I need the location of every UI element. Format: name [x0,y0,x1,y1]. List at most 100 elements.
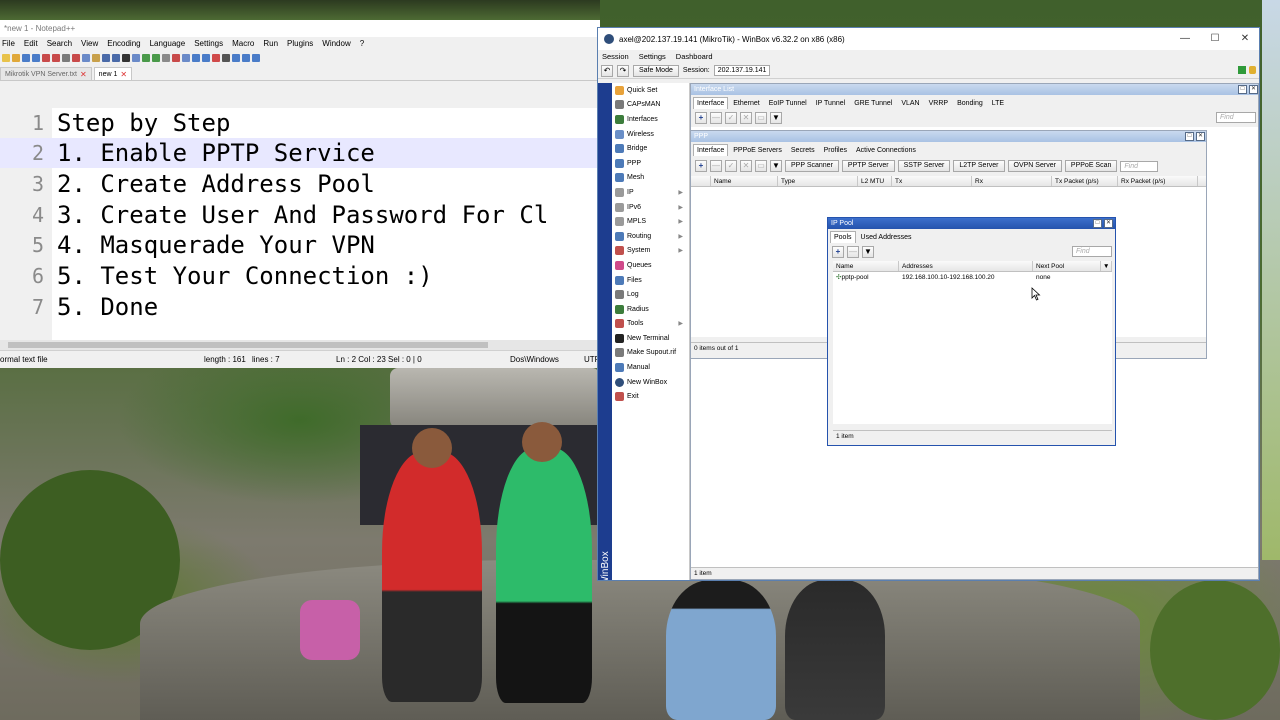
close-icon[interactable]: ✕ [1230,28,1259,50]
tab-used-addresses[interactable]: Used Addresses [857,231,916,243]
column-type[interactable]: Type [778,176,858,186]
menu-item-tools[interactable]: Tools ▶ [612,317,689,332]
tab-ethernet[interactable]: Ethernet [729,97,763,109]
run-macro-icon[interactable] [242,54,250,62]
menu-item-capsman[interactable]: CAPsMAN [612,98,689,113]
undo-icon[interactable] [102,54,110,62]
paste-icon[interactable] [92,54,100,62]
copy-icon[interactable] [82,54,90,62]
word-wrap-icon[interactable] [172,54,180,62]
menu-item-make-supout[interactable]: Make Supout.rif [612,346,689,361]
menu-item-mesh[interactable]: Mesh [612,171,689,186]
filter-icon[interactable]: ▼ [770,112,782,124]
menu-language[interactable]: Language [150,37,186,51]
ip-pool-table[interactable]: ✣pptp-pool 192.168.100.10-192.168.100.20… [833,272,1112,424]
zoom-out-icon[interactable] [152,54,160,62]
play-macro-icon[interactable] [232,54,240,62]
menu-dashboard[interactable]: Dashboard [676,50,713,63]
text-editor[interactable]: 1 Step by Step 2 1. Enable PPTP Service … [0,108,600,360]
save-all-icon[interactable] [32,54,40,62]
editor-line[interactable]: 1 Step by Step [0,108,600,138]
remove-icon[interactable]: — [710,112,722,124]
disable-icon[interactable]: ✕ [740,160,752,172]
column-addresses[interactable]: Addresses [899,261,1033,271]
editor-line[interactable]: 5 4. Masquerade Your VPN [0,230,600,260]
l2tp-server-button[interactable]: L2TP Server [953,160,1005,172]
menu-run[interactable]: Run [263,37,278,51]
maximize-icon[interactable]: □ [1185,132,1194,141]
cut-icon[interactable] [72,54,80,62]
menu-edit[interactable]: Edit [24,37,38,51]
close-file-icon[interactable] [42,54,50,62]
ppp-scanner-button[interactable]: PPP Scanner [785,160,839,172]
close-all-icon[interactable] [52,54,60,62]
replace-icon[interactable] [132,54,140,62]
disable-icon[interactable]: ✕ [740,112,752,124]
menu-item-interfaces[interactable]: Interfaces [612,112,689,127]
filter-icon[interactable]: ▼ [862,246,874,258]
editor-line[interactable]: 6 5. Test Your Connection :) [0,261,600,291]
tab-profiles[interactable]: Profiles [820,144,851,156]
tab-bonding[interactable]: Bonding [953,97,987,109]
indent-guide-icon[interactable] [192,54,200,62]
menu-item-queues[interactable]: Queues [612,258,689,273]
column-l2-mtu[interactable]: L2 MTU [858,176,892,186]
menu-item-routing[interactable]: Routing ▶ [612,229,689,244]
tab-interface[interactable]: Interface [693,97,729,109]
close-icon[interactable]: ✕ [1196,132,1205,141]
column-flag[interactable] [691,176,711,186]
line-text[interactable]: Step by Step [57,109,230,137]
menu-search[interactable]: Search [47,37,72,51]
add-icon[interactable]: + [695,112,707,124]
menu-item-radius[interactable]: Radius [612,302,689,317]
tab-secrets[interactable]: Secrets [787,144,819,156]
column-name[interactable]: Name [833,261,899,271]
stop-macro-icon[interactable] [222,54,230,62]
tab-eoip-tunnel[interactable]: EoIP Tunnel [765,97,811,109]
menu-item-ipv6[interactable]: IPv6 ▶ [612,200,689,215]
save-icon[interactable] [22,54,30,62]
all-chars-icon[interactable] [182,54,190,62]
sync-scroll-icon[interactable] [162,54,170,62]
menu-item-system[interactable]: System ▶ [612,244,689,259]
line-text[interactable]: 4. Masquerade Your VPN [57,231,375,259]
tab-new-1[interactable]: new 1 ✕ [93,67,133,80]
close-tab-icon[interactable]: ✕ [120,70,127,79]
menu-file[interactable]: File [2,37,15,51]
remove-icon[interactable]: — [710,160,722,172]
menu-item-ppp[interactable]: PPP [612,156,689,171]
maximize-icon[interactable]: ☐ [1200,28,1230,50]
editor-line[interactable]: 4 3. Create User And Password For Cl [0,200,600,230]
menu-help[interactable]: ? [360,37,364,51]
menu-item-mpls[interactable]: MPLS ▶ [612,214,689,229]
minimize-icon[interactable]: — [1170,28,1200,50]
undo-icon[interactable]: ↶ [601,64,613,77]
add-icon[interactable]: + [695,160,707,172]
ppp-titlebar[interactable]: PPP □ ✕ [691,131,1206,142]
comment-icon[interactable]: ▭ [755,112,767,124]
scrollbar-thumb[interactable] [8,342,488,348]
find-icon[interactable] [122,54,130,62]
winbox-titlebar[interactable]: axel@202.137.19.141 (MikroTik) - WinBox … [598,28,1259,50]
save-macro-icon[interactable] [252,54,260,62]
tab-pppoe-servers[interactable]: PPPoE Servers [729,144,786,156]
pptp-server-button[interactable]: PPTP Server [841,160,895,172]
menu-macro[interactable]: Macro [232,37,254,51]
zoom-in-icon[interactable] [142,54,150,62]
ovpn-server-button[interactable]: OVPN Server [1007,160,1062,172]
horizontal-scrollbar[interactable] [0,340,600,350]
tab-pools[interactable]: Pools [830,231,856,243]
tab-lte[interactable]: LTE [988,97,1008,109]
close-tab-icon[interactable]: ✕ [80,70,87,79]
remove-icon[interactable]: — [847,246,859,258]
maximize-icon[interactable]: □ [1093,219,1102,228]
tab-vrrp[interactable]: VRRP [925,97,952,109]
comment-icon[interactable]: ▭ [755,160,767,172]
record-macro-icon[interactable] [212,54,220,62]
menu-item-log[interactable]: Log [612,287,689,302]
tab-active-connections[interactable]: Active Connections [852,144,920,156]
column-menu-icon[interactable]: ▼ [1101,261,1112,271]
menu-item-ip[interactable]: IP ▶ [612,185,689,200]
tab-gre-tunnel[interactable]: GRE Tunnel [850,97,896,109]
editor-line[interactable]: 3 2. Create Address Pool [0,169,600,199]
